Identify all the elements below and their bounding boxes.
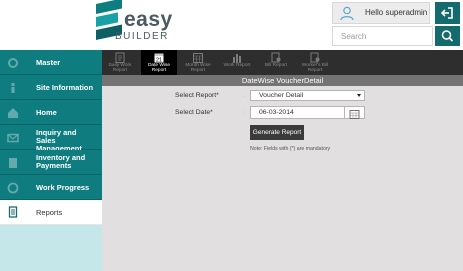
main-content: DateWise VoucherDetail Select Report* : … (102, 75, 463, 271)
search-input[interactable] (332, 26, 433, 46)
header: easy BUILDER Hello superadmin (0, 0, 463, 50)
date-input-colon: : (244, 109, 246, 116)
building-icon (9, 158, 17, 168)
date-input-label: Select Date* (175, 109, 213, 116)
mandatory-note: Note: Fields with (*) are mandatory (250, 146, 331, 152)
logout-button[interactable] (435, 2, 460, 24)
sidebar-item-reports[interactable]: Reports (0, 200, 102, 225)
worker-bill-icon (310, 52, 320, 63)
user-greeting: Hello superadmin (365, 8, 428, 17)
sidebar-item-label: Reports (36, 208, 63, 217)
search-icon (441, 30, 454, 42)
tool-label: Work Report (223, 63, 251, 68)
sidebar-item-label: Home (36, 108, 57, 117)
home-icon (8, 108, 18, 118)
date-picker-button[interactable] (344, 106, 365, 119)
tool-label: Daily Work Report (108, 63, 132, 73)
tool-work-report[interactable]: Work Report (219, 50, 255, 75)
tool-label: Bill Report (264, 63, 288, 68)
calendar-grid-icon (193, 53, 203, 63)
progress-icon (7, 182, 19, 194)
app-window: easy BUILDER Hello superadmin Search Mas… (0, 0, 463, 271)
generate-report-button[interactable]: Generate Report (250, 125, 304, 140)
sidebar-item-inquiry-sales[interactable]: Inquiry and Sales Management (0, 125, 102, 153)
tool-daily-work-report[interactable]: Daily Work Report (102, 50, 138, 75)
envelope-icon (7, 133, 19, 143)
date-input-value: 06-03-2014 (259, 109, 294, 116)
tool-label: Month Wise Report (185, 63, 211, 73)
chevron-down-icon (357, 94, 361, 97)
brand-sub: BUILDER (115, 31, 169, 42)
sidebar: Master Site Information Home Inquiry and… (0, 50, 102, 271)
tool-month-wise-report[interactable]: Month Wise Report (180, 50, 216, 75)
brand-logo[interactable]: easy BUILDER (96, 0, 196, 44)
report-select-label: Select Report* (175, 92, 219, 99)
report-select-colon: : (244, 92, 246, 99)
sidebar-item-work-progress[interactable]: Work Progress (0, 175, 102, 200)
report-icon (8, 206, 18, 218)
clipboard-icon (115, 52, 125, 63)
gear-icon (8, 58, 18, 68)
sidebar-item-home[interactable]: Home (0, 100, 102, 125)
tool-bill-report[interactable]: Bill Report (258, 50, 294, 75)
info-icon (11, 83, 15, 93)
user-icon (340, 6, 354, 21)
date-input[interactable]: 06-03-2014 (250, 106, 345, 119)
tool-date-wise-report[interactable]: 21 Date Wise Report (141, 50, 177, 75)
calendar-icon: 21 (154, 53, 164, 63)
bill-icon (271, 52, 281, 63)
tool-workers-bill-report[interactable]: Worker's Bill Report (297, 50, 333, 75)
brand-word: easy (124, 8, 173, 31)
report-select-value: Voucher Detail (259, 92, 304, 99)
tool-label: Worker's Bill Report (301, 63, 329, 73)
sidebar-item-label: Site Information (36, 83, 94, 92)
sidebar-item-master[interactable]: Master (0, 50, 102, 75)
report-select[interactable]: Voucher Detail (250, 90, 365, 101)
sidebar-item-inventory-payments[interactable]: Inventory and Payments (0, 150, 102, 175)
page-title: DateWise VoucherDetail (102, 75, 463, 86)
report-toolbar: Daily Work Report 21 Date Wise Report Mo… (102, 50, 463, 75)
sidebar-item-label: Work Progress (36, 183, 90, 192)
user-menu[interactable]: Hello superadmin (332, 2, 430, 24)
sidebar-item-site-information[interactable]: Site Information (0, 75, 102, 100)
sidebar-item-label: Master (36, 58, 61, 67)
bar-chart-icon (233, 54, 241, 63)
tool-label: Date Wise Report (147, 63, 171, 73)
search-button[interactable] (435, 26, 460, 46)
sidebar-item-label: Inventory and Payments (36, 153, 86, 170)
calendar-icon (349, 110, 360, 119)
logout-icon (440, 7, 453, 19)
